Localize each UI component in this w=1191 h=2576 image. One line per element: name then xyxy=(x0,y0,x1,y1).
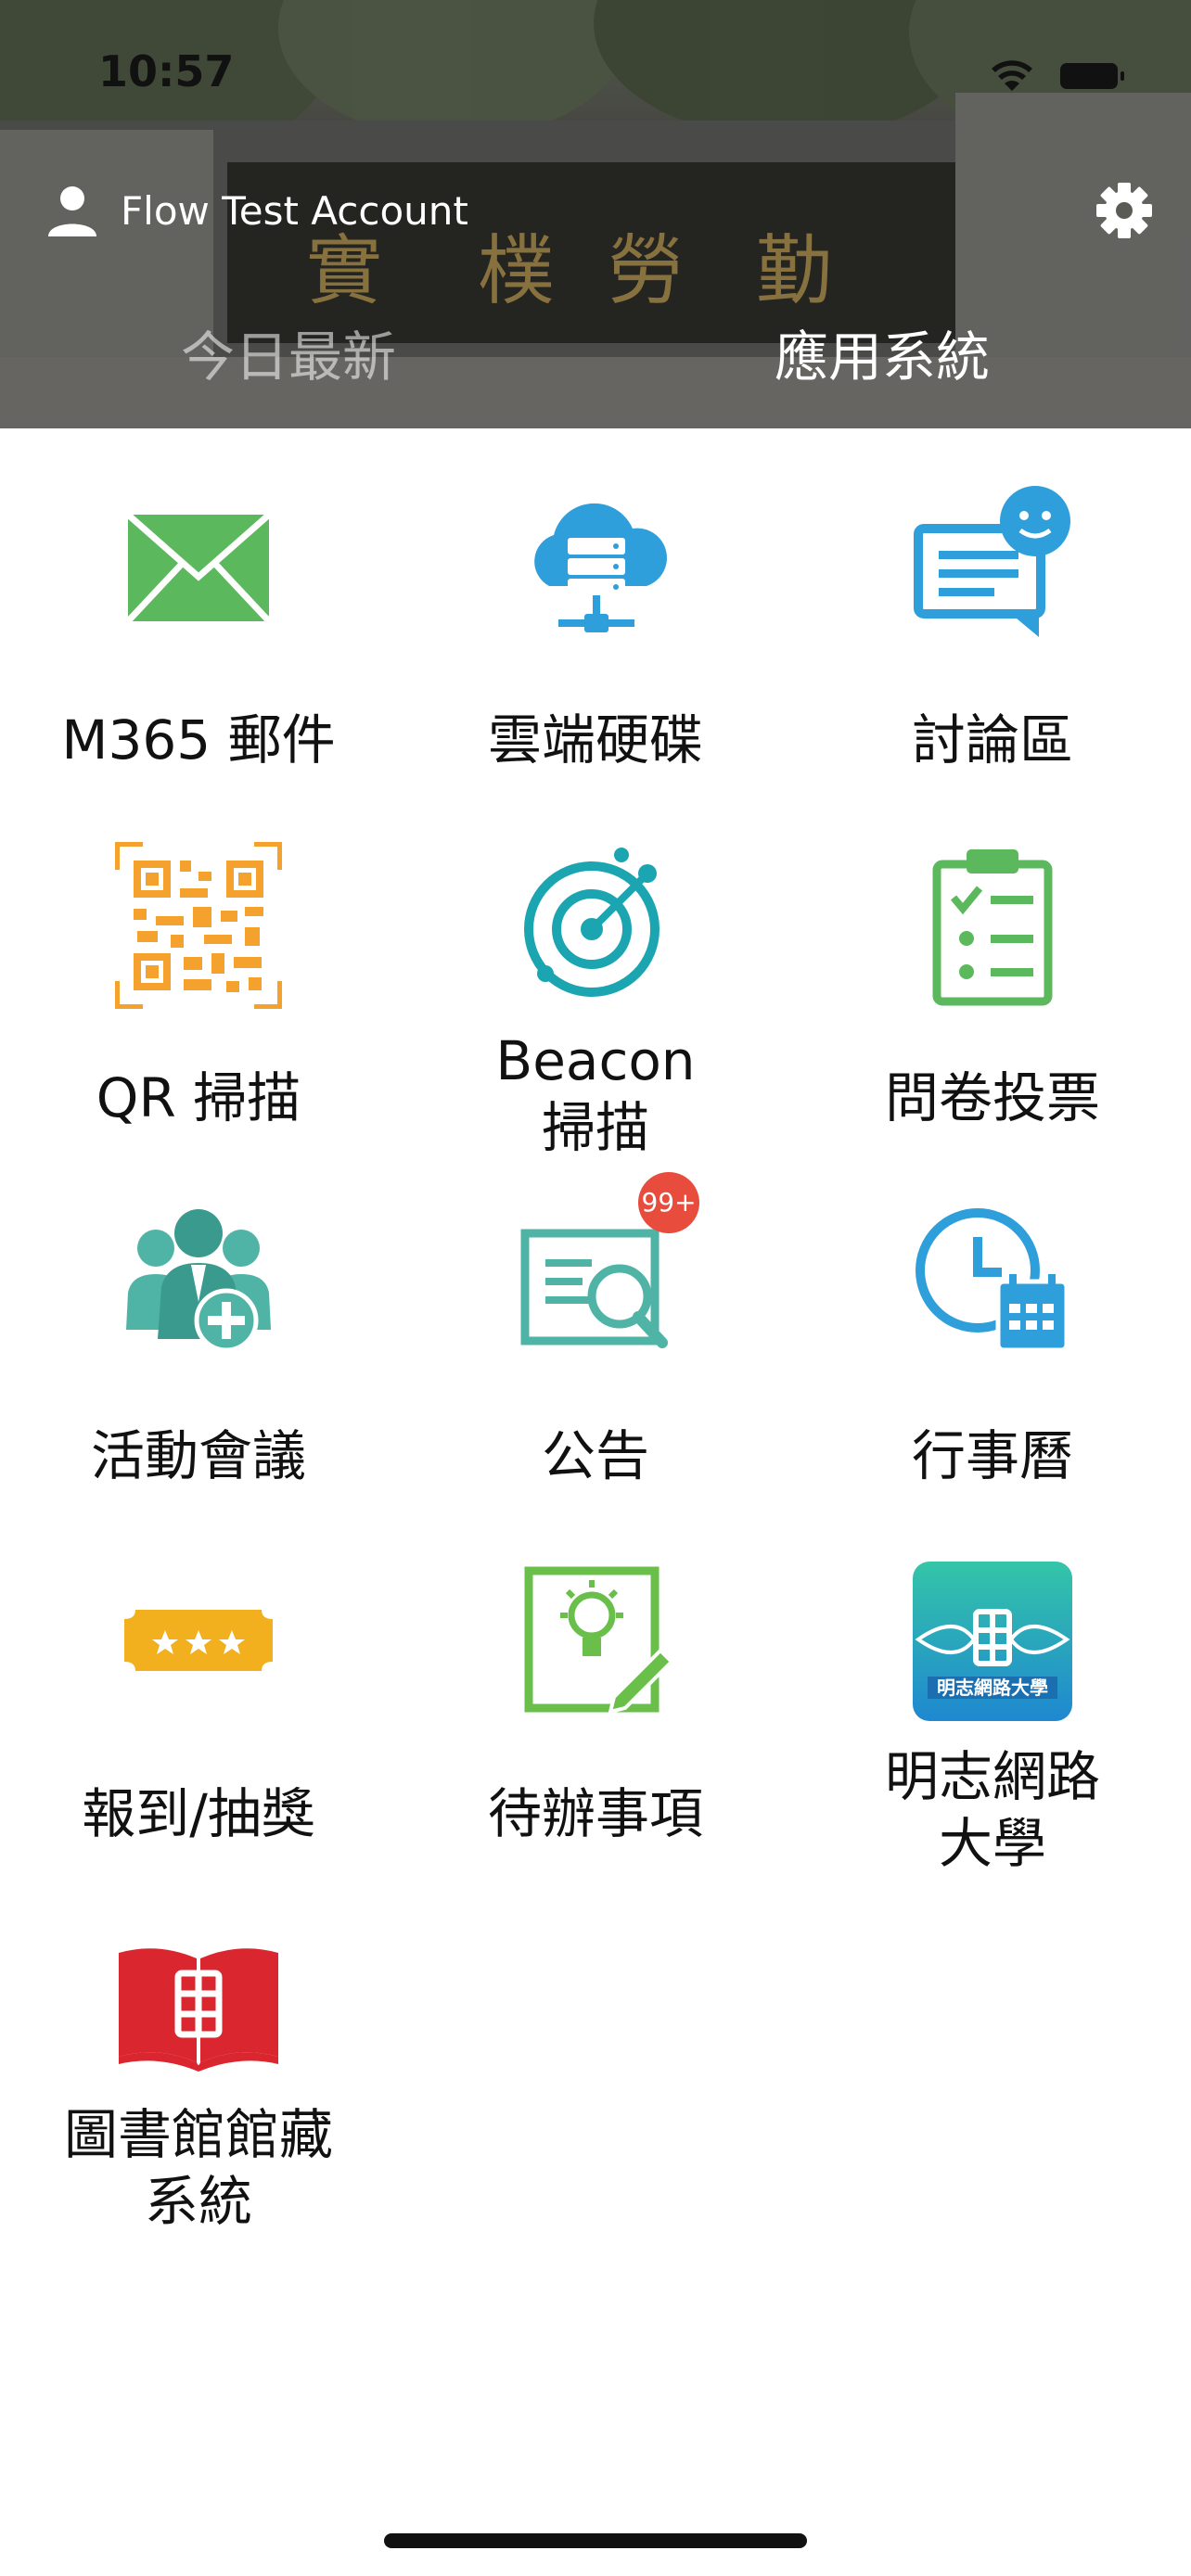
clipboard-checklist-icon xyxy=(932,849,1053,1006)
clock-calendar-icon xyxy=(916,1208,1069,1353)
chat-icon xyxy=(914,486,1070,637)
qr-code-icon xyxy=(115,842,282,1009)
status-time: 10:57 xyxy=(98,46,235,96)
app-label: 行事曆 xyxy=(911,1424,1073,1487)
app-qr-scan[interactable]: QR 掃描 xyxy=(0,786,397,1144)
app-label: 公告 xyxy=(541,1424,649,1487)
app-label: M365 郵件 xyxy=(61,708,336,772)
app-label: 問卷投票 xyxy=(884,1066,1100,1129)
mail-icon xyxy=(125,512,272,624)
idea-note-icon xyxy=(524,1566,674,1715)
header-banner: 實 樸 勞 勤 10:57 Flow Test Account 今日最新 應用系… xyxy=(0,0,1191,428)
app-label: QR 掃描 xyxy=(96,1066,301,1129)
cloud-server-icon xyxy=(534,503,667,632)
ticket-icon xyxy=(124,1610,273,1671)
account-name: Flow Test Account xyxy=(121,187,468,234)
tab-today-news[interactable]: 今日最新 xyxy=(181,313,396,391)
app-announcements[interactable]: 99+ 公告 xyxy=(397,1144,794,1502)
app-mingchi-cyber-university[interactable]: 明志網路大學 明志網路 大學 xyxy=(794,1502,1191,1875)
radar-icon xyxy=(524,848,660,997)
app-label: 活動會議 xyxy=(90,1424,306,1487)
app-label: 圖書館館藏 系統 xyxy=(6,2101,391,2235)
group-add-icon xyxy=(126,1209,271,1353)
library-book-icon xyxy=(119,1948,278,2072)
app-label: Beacon 掃描 xyxy=(403,1027,788,1161)
app-forum[interactable]: 討論區 xyxy=(794,428,1191,786)
account-row[interactable]: Flow Test Account xyxy=(45,181,468,240)
app-events-meetings[interactable]: 活動會議 xyxy=(0,1144,397,1502)
app-label: 報到/抽獎 xyxy=(82,1782,315,1845)
app-checkin-lottery[interactable]: 報到/抽獎 xyxy=(0,1502,397,1860)
gear-icon[interactable] xyxy=(1095,181,1154,240)
app-survey-vote[interactable]: 問卷投票 xyxy=(794,786,1191,1144)
svg-text:明志網路大學: 明志網路大學 xyxy=(937,1677,1048,1699)
wifi-icon xyxy=(992,60,1032,91)
app-label-line: 圖書館館藏 系統 xyxy=(63,2103,333,2233)
app-m365-mail[interactable]: M365 郵件 xyxy=(0,428,397,786)
app-label-line: Beacon 掃描 xyxy=(495,1029,696,1159)
tab-applications[interactable]: 應用系統 xyxy=(775,313,990,391)
person-icon xyxy=(48,186,96,236)
app-cloud-drive[interactable]: 雲端硬碟 xyxy=(397,428,794,786)
app-label: 待辦事項 xyxy=(487,1782,703,1845)
battery-icon xyxy=(1060,63,1124,89)
mingchi-cyber-university-icon: 明志網路大學 xyxy=(913,1562,1072,1721)
app-beacon-scan[interactable]: Beacon 掃描 xyxy=(397,786,794,1159)
app-label-line: 明志網路 大學 xyxy=(884,1745,1100,1875)
home-indicator[interactable] xyxy=(384,2533,807,2548)
app-todo[interactable]: 待辦事項 xyxy=(397,1502,794,1860)
notification-badge: 99+ xyxy=(638,1172,699,1233)
app-label: 討論區 xyxy=(911,708,1073,772)
status-icons xyxy=(992,60,1124,91)
app-calendar[interactable]: 行事曆 xyxy=(794,1144,1191,1502)
app-label: 明志網路 大學 xyxy=(800,1743,1185,1877)
app-label: 雲端硬碟 xyxy=(487,708,703,772)
app-library-collection[interactable]: 圖書館館藏 系統 xyxy=(0,1860,397,2233)
